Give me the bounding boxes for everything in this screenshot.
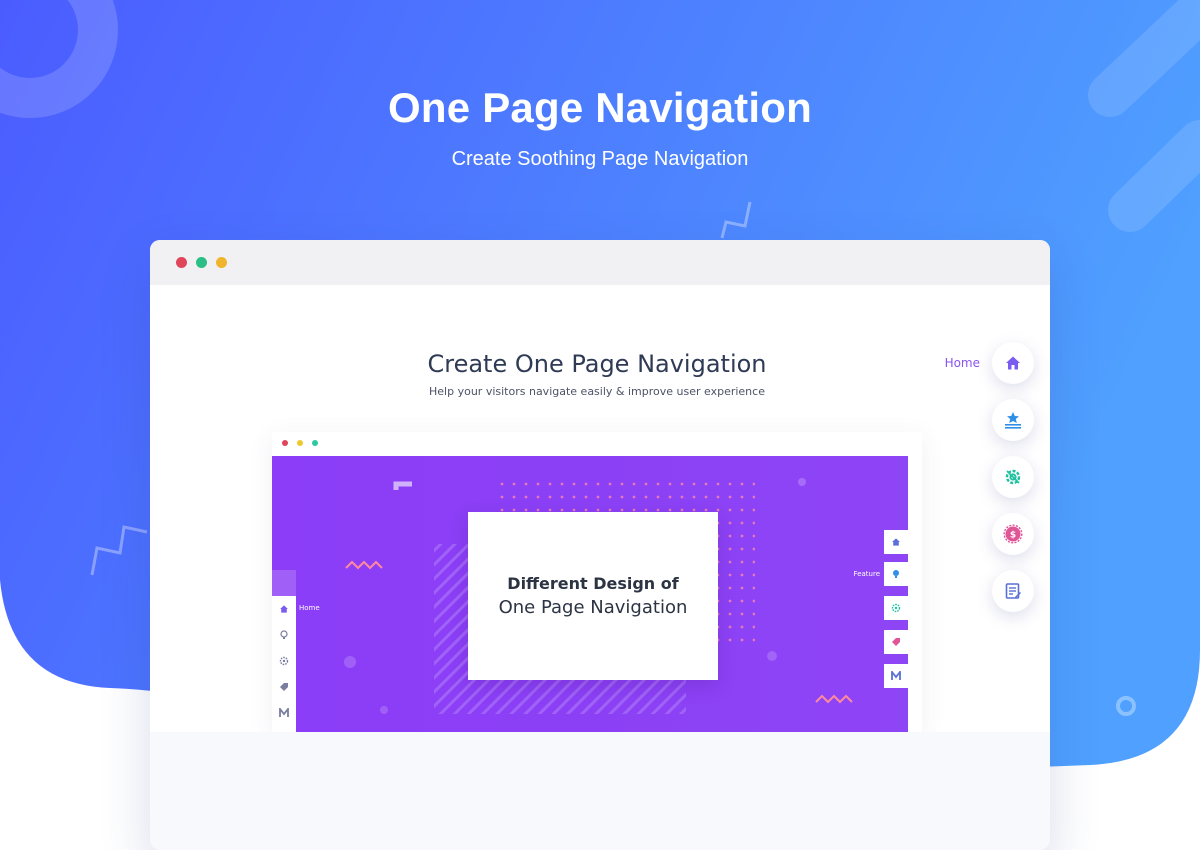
demo-left-nav bbox=[272, 596, 296, 732]
gear-icon bbox=[279, 656, 289, 666]
m-logo-icon bbox=[279, 708, 289, 717]
demo-window-dot bbox=[312, 440, 318, 446]
window-maximize-dot[interactable] bbox=[216, 257, 227, 268]
nav-button-blog[interactable] bbox=[992, 570, 1034, 612]
nav-tooltip-home: Home bbox=[944, 356, 980, 370]
demo-hero-card: Different Design of One Page Navigation bbox=[468, 512, 718, 680]
svg-text:$: $ bbox=[1010, 531, 1016, 541]
demo-window-dot bbox=[282, 440, 288, 446]
demo-left-nav-label: Home bbox=[299, 604, 320, 612]
lightbulb-icon bbox=[893, 570, 899, 578]
tag-icon bbox=[892, 638, 900, 646]
demo-window-dot bbox=[297, 440, 303, 446]
browser-footer-strip bbox=[150, 732, 1050, 850]
dollar-badge-icon: $ bbox=[1003, 524, 1023, 544]
demo-card-title: Different Design of bbox=[507, 574, 679, 593]
page-title: Create One Page Navigation bbox=[427, 350, 767, 378]
demo-right-nav-settings[interactable] bbox=[884, 596, 908, 620]
home-icon bbox=[1006, 356, 1020, 370]
demo-right-nav-feature[interactable] bbox=[884, 562, 908, 586]
gear-icon bbox=[891, 603, 901, 613]
home-icon bbox=[892, 538, 900, 546]
settings-gear-icon bbox=[1005, 469, 1021, 485]
demo-left-nav-pricing[interactable] bbox=[272, 674, 296, 700]
demo-left-nav-settings[interactable] bbox=[272, 648, 296, 674]
demo-screenshot: Different Design of One Page Navigation bbox=[272, 432, 922, 732]
demo-right-nav-brand[interactable] bbox=[884, 664, 908, 688]
hero-subtitle: Create Soothing Page Navigation bbox=[451, 148, 749, 170]
nav-button-home[interactable] bbox=[992, 342, 1034, 384]
demo-card-subtitle: One Page Navigation bbox=[498, 597, 688, 618]
demo-canvas: Different Design of One Page Navigation bbox=[272, 456, 908, 732]
award-icon bbox=[1005, 412, 1021, 429]
tag-icon bbox=[280, 683, 288, 691]
window-minimize-dot[interactable] bbox=[196, 257, 207, 268]
hero-title: One Page Navigation bbox=[388, 84, 812, 131]
demo-right-nav-label: Feature bbox=[853, 570, 880, 578]
m-logo-icon bbox=[891, 671, 901, 680]
document-edit-icon bbox=[1005, 583, 1021, 599]
demo-right-nav-pricing[interactable] bbox=[884, 630, 908, 654]
lightbulb-icon bbox=[280, 630, 288, 639]
demo-left-nav-brand[interactable] bbox=[272, 700, 296, 726]
home-icon bbox=[280, 605, 288, 613]
page-subtitle: Help your visitors navigate easily & imp… bbox=[429, 385, 765, 398]
nav-button-award[interactable] bbox=[992, 399, 1034, 441]
window-close-dot[interactable] bbox=[176, 257, 187, 268]
demo-right-nav-home[interactable] bbox=[884, 530, 908, 554]
browser-window: Create One Page Navigation Help your vis… bbox=[150, 240, 1050, 850]
demo-left-nav-home[interactable] bbox=[272, 596, 296, 622]
nav-button-pricing[interactable]: $ bbox=[992, 513, 1034, 555]
demo-left-nav-idea[interactable] bbox=[272, 622, 296, 648]
nav-button-settings[interactable] bbox=[992, 456, 1034, 498]
browser-titlebar bbox=[150, 240, 1050, 285]
